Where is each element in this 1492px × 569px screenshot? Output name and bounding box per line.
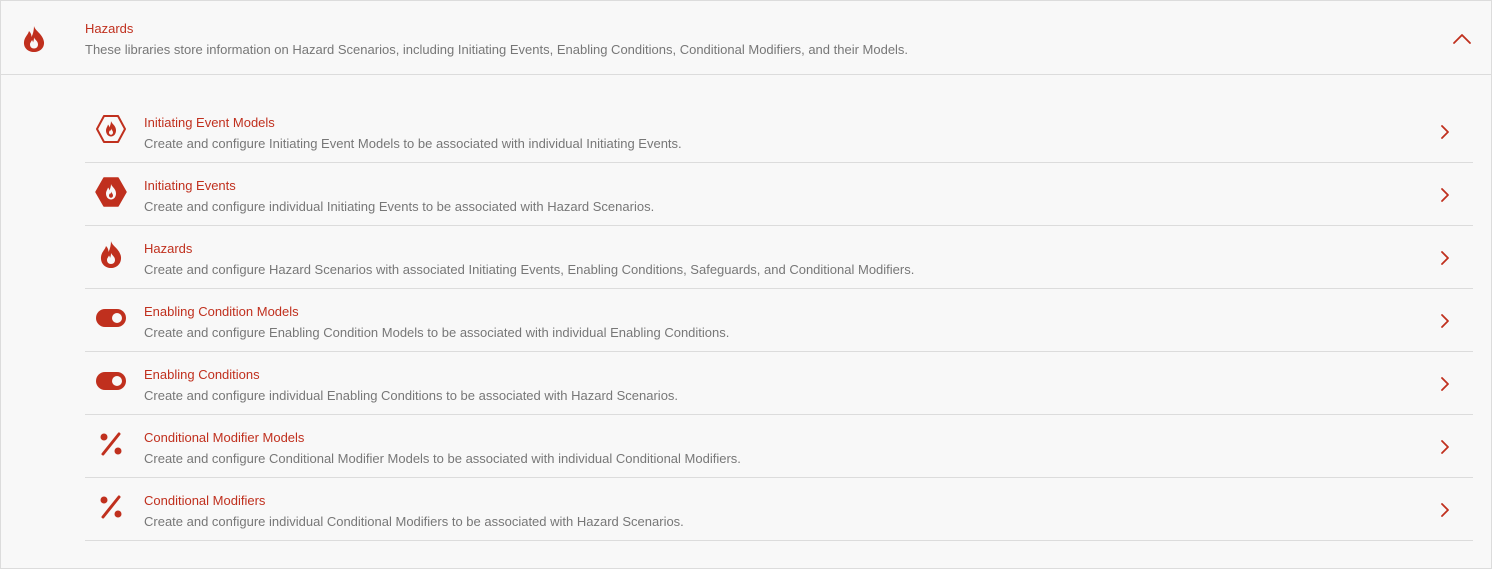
- chevron-right-icon: [1439, 439, 1451, 455]
- list-item-description: Create and configure Conditional Modifie…: [144, 451, 741, 466]
- chevron-right-icon: [1439, 502, 1451, 518]
- percent-icon: [95, 429, 127, 459]
- list-item-initiating-event-models[interactable]: Initiating Event Models Create and confi…: [85, 100, 1473, 163]
- chevron-up-icon[interactable]: [1451, 31, 1473, 47]
- chevron-right-icon: [1439, 250, 1451, 266]
- list-item-title: Hazards: [144, 241, 193, 256]
- chevron-right-icon: [1439, 376, 1451, 392]
- list-item-conditional-modifier-models[interactable]: Conditional Modifier Models Create and c…: [85, 415, 1473, 478]
- list-item-enabling-conditions[interactable]: Enabling Conditions Create and configure…: [85, 352, 1473, 415]
- list-item-title: Conditional Modifiers: [144, 493, 266, 508]
- list-item-initiating-events[interactable]: Initiating Events Create and configure i…: [85, 163, 1473, 226]
- list-item-description: Create and configure individual Conditio…: [144, 514, 684, 529]
- list-item-description: Create and configure Hazard Scenarios wi…: [144, 262, 915, 277]
- hexagon-flame-filled-icon: [95, 177, 127, 207]
- flame-icon: [95, 240, 127, 270]
- list-item-title: Enabling Condition Models: [144, 304, 299, 319]
- library-list: Initiating Event Models Create and confi…: [85, 100, 1473, 541]
- list-item-title: Initiating Events: [144, 178, 236, 193]
- toggle-icon: [95, 303, 127, 333]
- panel-header[interactable]: Hazards These libraries store informatio…: [1, 1, 1491, 75]
- list-item-title: Enabling Conditions: [144, 367, 260, 382]
- chevron-right-icon: [1439, 124, 1451, 140]
- hazards-panel: Hazards These libraries store informatio…: [0, 0, 1492, 569]
- page-title: Hazards: [85, 21, 134, 36]
- page-description: These libraries store information on Haz…: [85, 42, 909, 57]
- percent-icon: [95, 492, 127, 522]
- list-item-description: Create and configure Enabling Condition …: [144, 325, 730, 340]
- list-item-title: Conditional Modifier Models: [144, 430, 305, 445]
- chevron-right-icon: [1439, 313, 1451, 329]
- list-item-hazards[interactable]: Hazards Create and configure Hazard Scen…: [85, 226, 1473, 289]
- hexagon-flame-outline-icon: [95, 114, 127, 144]
- list-item-description: Create and configure Initiating Event Mo…: [144, 136, 682, 151]
- flame-icon: [21, 25, 47, 53]
- list-item-enabling-condition-models[interactable]: Enabling Condition Models Create and con…: [85, 289, 1473, 352]
- list-item-conditional-modifiers[interactable]: Conditional Modifiers Create and configu…: [85, 478, 1473, 541]
- list-item-title: Initiating Event Models: [144, 115, 275, 130]
- list-item-description: Create and configure individual Enabling…: [144, 388, 679, 403]
- chevron-right-icon: [1439, 187, 1451, 203]
- toggle-icon: [95, 366, 127, 396]
- list-item-description: Create and configure individual Initiati…: [144, 199, 655, 214]
